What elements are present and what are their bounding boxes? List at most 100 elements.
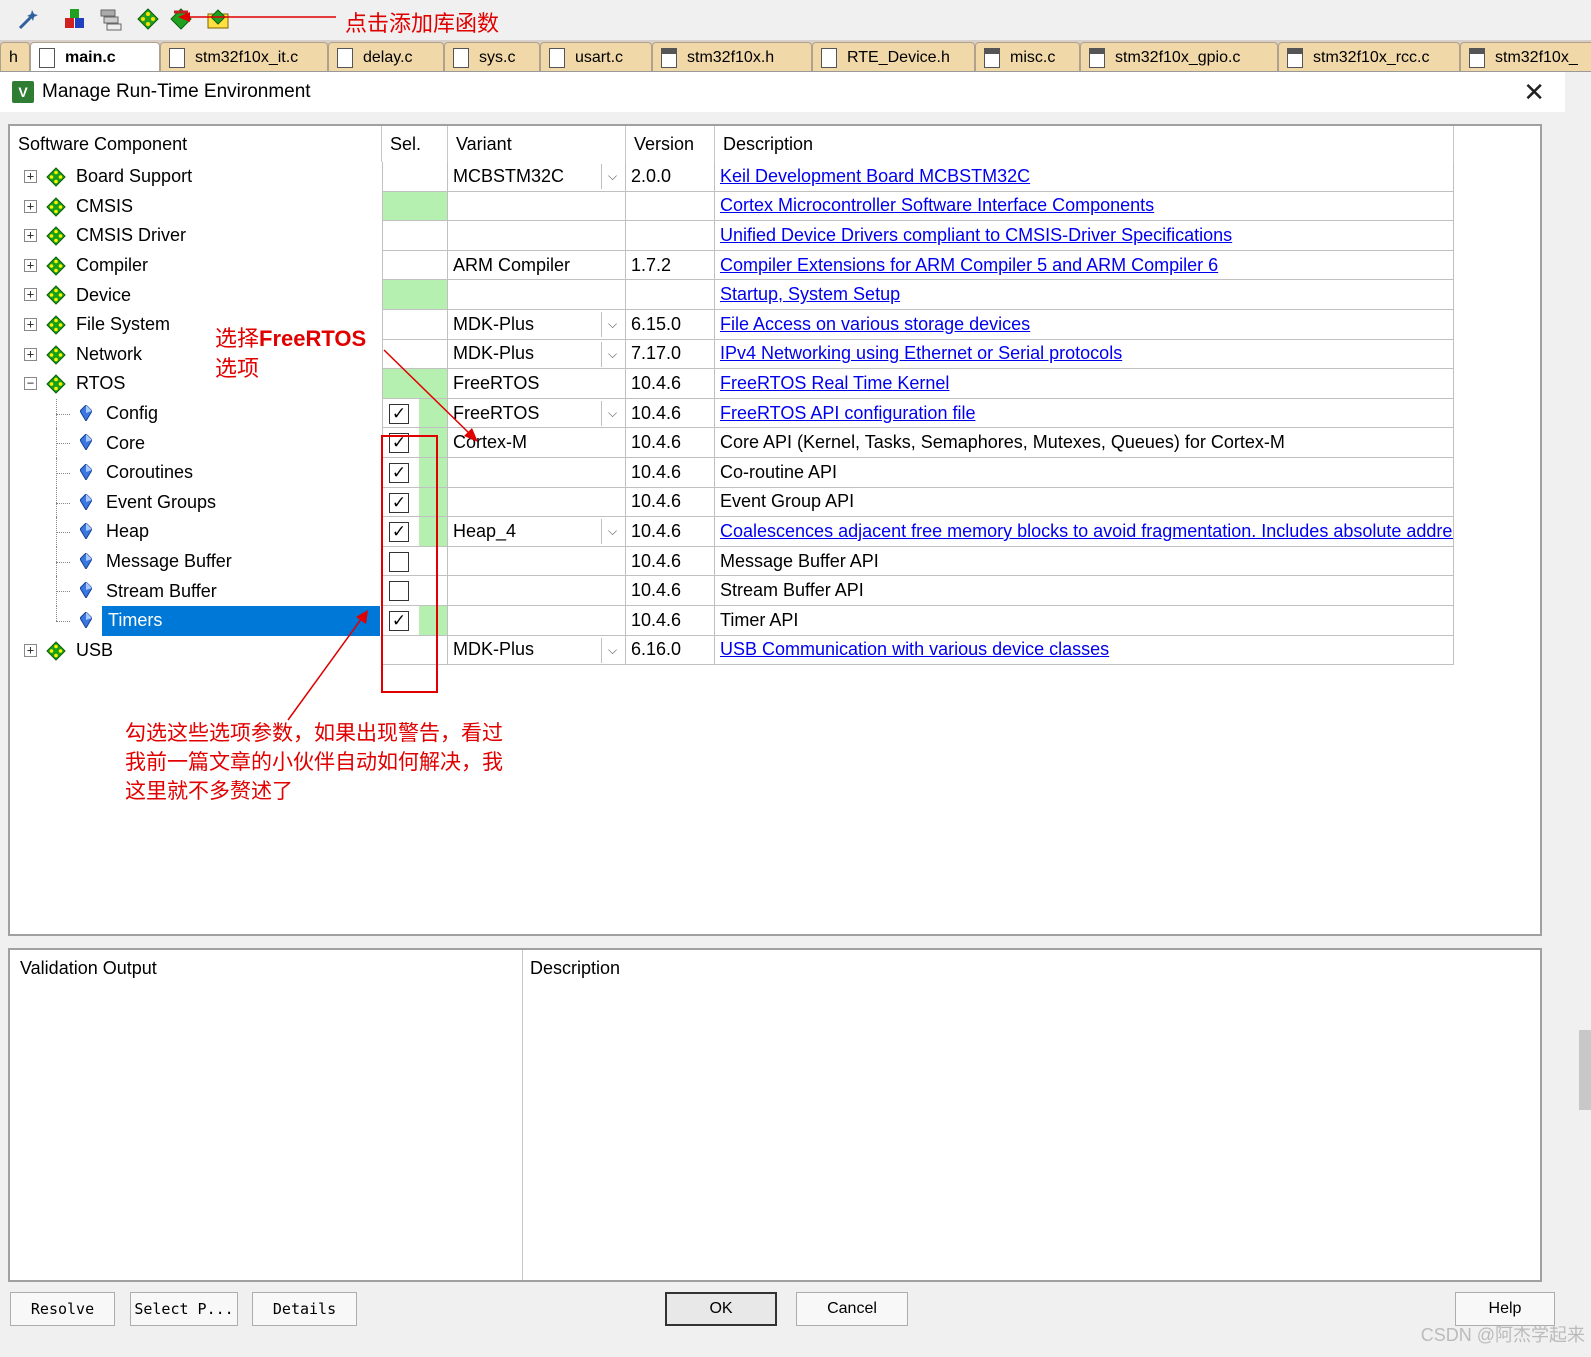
component-variant-cell[interactable]: MCBSTM32C ⌵: [448, 162, 626, 192]
component-description-cell[interactable]: FreeRTOS Real Time Kernel: [715, 369, 1454, 399]
component-description-cell[interactable]: Cortex Microcontroller Software Interfac…: [715, 191, 1454, 222]
component-description-cell[interactable]: Unified Device Drivers compliant to CMSI…: [715, 221, 1454, 251]
component-description-link[interactable]: IPv4 Networking using Ethernet or Serial…: [720, 343, 1122, 364]
expand-icon[interactable]: +: [24, 318, 37, 331]
component-row[interactable]: + Compiler ARM Compiler 1.7.2 Compiler Exten…: [10, 250, 1454, 281]
component-name-cell[interactable]: + Compiler: [10, 251, 382, 281]
wand-icon[interactable]: [14, 4, 44, 34]
header-variant[interactable]: Variant: [448, 126, 626, 162]
component-row[interactable]: Coroutines ✓ 10.4.6 Co-routine API: [10, 458, 1454, 488]
chevron-down-icon[interactable]: ⌵: [601, 400, 623, 426]
component-name-cell[interactable]: + CMSIS: [10, 192, 382, 222]
editor-tab[interactable]: h: [0, 42, 30, 71]
component-description-cell[interactable]: IPv4 Networking using Ethernet or Serial…: [715, 339, 1454, 370]
component-name-cell[interactable]: Stream Buffer: [10, 576, 382, 606]
editor-tab[interactable]: stm32f10x.h: [652, 42, 812, 71]
component-name-cell[interactable]: Message Buffer: [10, 546, 382, 577]
component-name-cell[interactable]: + Device: [10, 280, 382, 310]
component-description-link[interactable]: Startup, System Setup: [720, 284, 900, 305]
multi-project-icon[interactable]: [96, 4, 126, 34]
component-description-cell[interactable]: Coalescences adjacent free memory blocks…: [715, 517, 1454, 547]
chevron-down-icon[interactable]: ⌵: [601, 341, 623, 367]
component-row[interactable]: Config ✓ FreeRTOS ⌵ 10.4.6 FreeRTOS API confi…: [10, 398, 1454, 429]
component-row[interactable]: + Board Support MCBSTM32C ⌵ 2.0.0 Keil Develo…: [10, 162, 1454, 192]
header-component[interactable]: Software Component: [10, 126, 382, 162]
component-row[interactable]: + CMSIS Cortex Microcontroller Software In…: [10, 191, 1454, 222]
component-description-cell[interactable]: Compiler Extensions for ARM Compiler 5 a…: [715, 250, 1454, 281]
expand-icon[interactable]: +: [24, 258, 37, 272]
component-description-link[interactable]: USB Communication with various device cl…: [720, 639, 1109, 660]
component-row[interactable]: + CMSIS Driver Unified Device Drivers comp…: [10, 221, 1454, 251]
header-sel[interactable]: Sel.: [382, 126, 448, 162]
chevron-down-icon[interactable]: ⌵: [601, 312, 623, 337]
editor-tab[interactable]: stm32f10x_: [1460, 42, 1591, 71]
editor-tab[interactable]: stm32f10x_gpio.c: [1080, 42, 1278, 71]
component-description-link[interactable]: FreeRTOS Real Time Kernel: [720, 373, 949, 394]
component-description-cell[interactable]: File Access on various storage devices: [715, 310, 1454, 340]
component-description-link[interactable]: Keil Development Board MCBSTM32C: [720, 166, 1030, 187]
editor-tab[interactable]: usart.c: [540, 42, 652, 71]
editor-tab[interactable]: sys.c: [444, 42, 540, 71]
component-row[interactable]: Heap ✓ Heap_4 ⌵ 10.4.6 Coalescences adjacent …: [10, 517, 1454, 547]
expand-icon[interactable]: +: [24, 229, 37, 243]
component-row[interactable]: Timers ✓ 10.4.6 Timer API: [10, 606, 1454, 636]
component-row[interactable]: + Device Startup, System Setup: [10, 280, 1454, 310]
editor-tab[interactable]: misc.c: [975, 42, 1080, 71]
component-variant-cell[interactable]: Heap_4 ⌵: [448, 517, 626, 547]
details-button[interactable]: Details: [252, 1292, 357, 1326]
component-sel-cell[interactable]: [382, 162, 448, 192]
expand-icon[interactable]: +: [24, 170, 37, 183]
component-description-cell[interactable]: USB Communication with various device cl…: [715, 635, 1454, 666]
component-row[interactable]: Event Groups ✓ 10.4.6 Event Group API: [10, 487, 1454, 518]
chevron-down-icon[interactable]: ⌵: [601, 519, 623, 545]
cancel-button[interactable]: Cancel: [796, 1292, 908, 1326]
component-name-cell[interactable]: + CMSIS Driver: [10, 221, 382, 251]
component-description-link[interactable]: Coalescences adjacent free memory blocks…: [720, 521, 1453, 542]
component-description-link[interactable]: File Access on various storage devices: [720, 314, 1030, 335]
component-row[interactable]: Stream Buffer 10.4.6 Stream Buffer API: [10, 576, 1454, 606]
component-description-cell[interactable]: Startup, System Setup: [715, 280, 1454, 310]
component-sel-cell[interactable]: [382, 221, 448, 251]
component-description-link[interactable]: Unified Device Drivers compliant to CMSI…: [720, 225, 1232, 246]
component-description-link[interactable]: Cortex Microcontroller Software Interfac…: [720, 195, 1154, 216]
select-packs-button[interactable]: Select P...: [130, 1292, 238, 1326]
component-sel-cell[interactable]: [382, 310, 448, 340]
component-variant-cell[interactable]: MDK-Plus ⌵: [448, 310, 626, 340]
close-icon[interactable]: ✕: [1523, 78, 1545, 106]
expand-icon[interactable]: +: [24, 199, 37, 213]
editor-tab[interactable]: stm32f10x_rcc.c: [1278, 42, 1460, 71]
component-sel-cell[interactable]: [382, 280, 448, 310]
component-description-cell[interactable]: FreeRTOS API configuration file: [715, 398, 1454, 429]
component-row[interactable]: Message Buffer 10.4.6 Message Buffer API: [10, 546, 1454, 577]
component-description-link[interactable]: Compiler Extensions for ARM Compiler 5 a…: [720, 255, 1218, 276]
component-variant-cell[interactable]: MDK-Plus ⌵: [448, 635, 626, 666]
header-description[interactable]: Description: [715, 126, 1454, 162]
component-row[interactable]: Core ✓ Cortex-M 10.4.6 Core API (Kernel, Tas…: [10, 428, 1454, 458]
pack-installer-icon[interactable]: [60, 4, 90, 34]
collapse-icon[interactable]: −: [24, 377, 37, 391]
component-name-cell[interactable]: Config: [10, 398, 382, 429]
editor-tab[interactable]: delay.c: [328, 42, 444, 71]
component-sel-cell[interactable]: [382, 250, 448, 281]
ok-button[interactable]: OK: [665, 1292, 777, 1326]
component-name-cell[interactable]: Heap: [10, 517, 382, 547]
expand-icon[interactable]: +: [24, 288, 37, 302]
component-description-cell[interactable]: Keil Development Board MCBSTM32C: [715, 162, 1454, 192]
expand-icon[interactable]: +: [24, 643, 37, 657]
chevron-down-icon[interactable]: ⌵: [601, 164, 623, 189]
component-row[interactable]: + USB MDK-Plus ⌵ 6.16.0 USB Communication wit…: [10, 635, 1454, 666]
scrollbar[interactable]: [1579, 1030, 1591, 1110]
component-name-cell[interactable]: Core: [10, 428, 382, 458]
component-description-link[interactable]: FreeRTOS API configuration file: [720, 403, 975, 424]
editor-tab[interactable]: RTE_Device.h: [812, 42, 975, 71]
chevron-down-icon[interactable]: ⌵: [601, 637, 623, 663]
editor-tab[interactable]: stm32f10x_it.c: [160, 42, 328, 71]
header-version[interactable]: Version: [626, 126, 715, 162]
component-name-cell[interactable]: Coroutines: [10, 458, 382, 488]
component-name-cell[interactable]: Event Groups: [10, 487, 382, 518]
expand-icon[interactable]: +: [24, 347, 37, 361]
component-sel-cell[interactable]: [382, 191, 448, 222]
editor-tab[interactable]: main.c: [30, 42, 160, 71]
manage-rte-icon[interactable]: [133, 4, 163, 34]
component-name-cell[interactable]: + Board Support: [10, 162, 382, 192]
